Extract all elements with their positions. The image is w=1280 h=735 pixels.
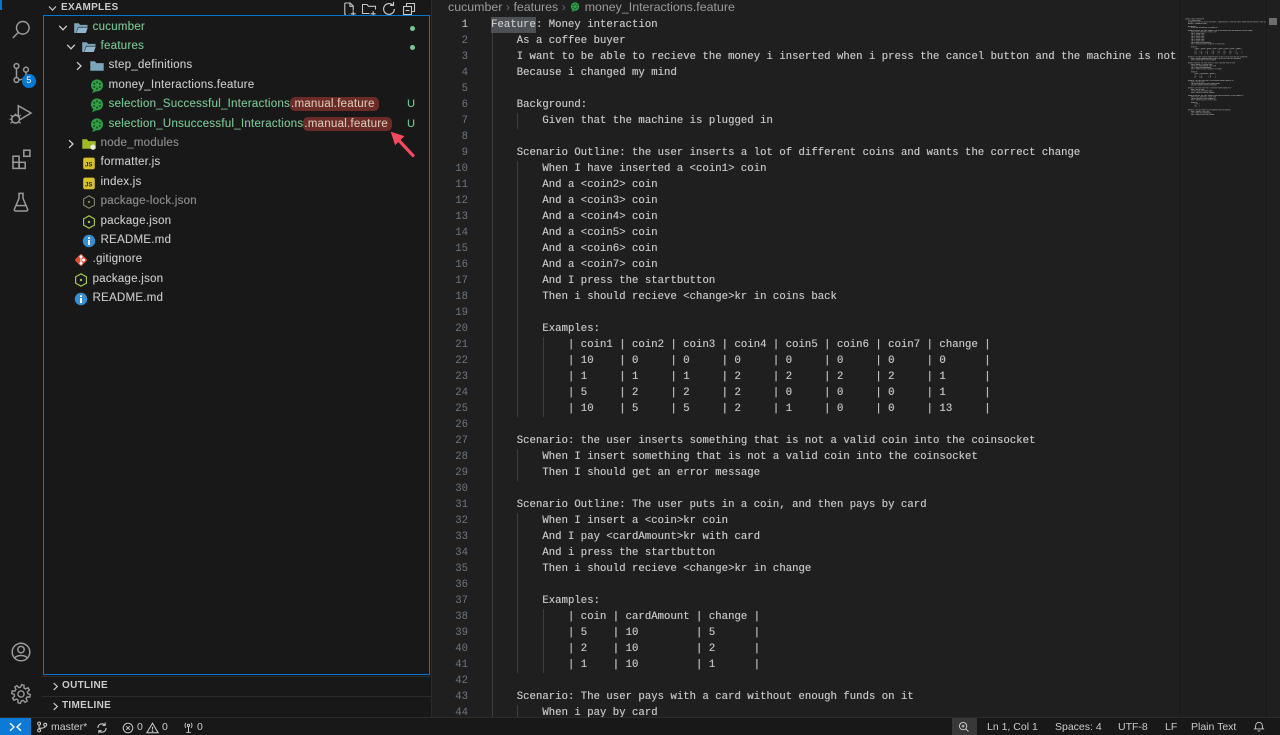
svg-text:JS: JS xyxy=(85,182,92,188)
svg-text:JS: JS xyxy=(85,163,92,169)
